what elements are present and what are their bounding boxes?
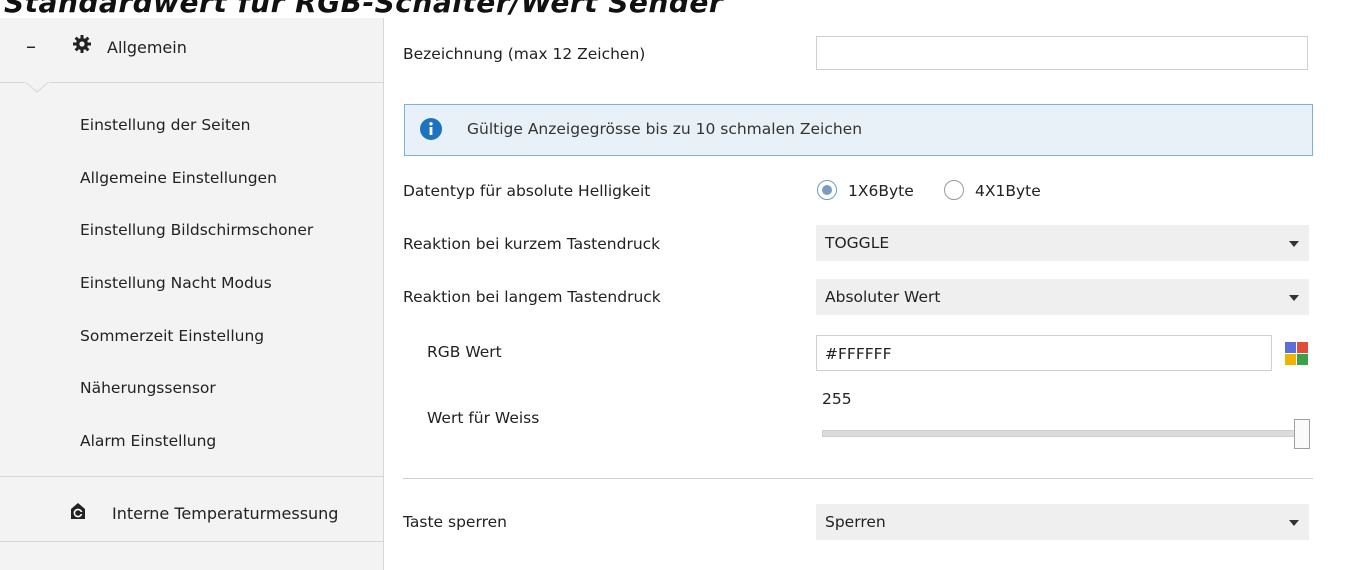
sidebar-divider [0,476,383,477]
name-label: Bezeichnung (max 12 Zeichen) [403,45,646,63]
lock-label: Taste sperren [403,513,507,531]
temperature-device-icon [71,503,85,519]
sidebar-item-naeherungssensor[interactable]: Näherungssensor [80,379,216,397]
radio-1x6byte[interactable] [817,180,837,200]
sidebar-section-allgemein[interactable]: – Allgemein [0,18,383,83]
sidebar: – Allgemein Einstellung der Seiten Allge… [0,18,384,570]
short-press-label: Reaktion bei kurzem Tastendruck [403,235,661,253]
white-slider-track[interactable] [822,430,1308,437]
chevron-down-icon [1289,241,1299,247]
lock-value: Sperren [825,513,886,531]
collapse-icon[interactable]: – [26,34,36,58]
long-press-value: Absoluter Wert [825,288,941,306]
gear-icon [73,35,91,53]
short-press-value: TOGGLE [825,234,890,252]
chevron-down-icon [1289,520,1299,526]
radio-4x1byte[interactable] [944,180,964,200]
color-palette-icon[interactable] [1285,342,1309,366]
long-press-select[interactable]: Absoluter Wert [816,279,1309,315]
chevron-down-icon [1289,295,1299,301]
info-icon [420,118,442,140]
lock-select[interactable]: Sperren [816,504,1309,540]
info-banner: Gültige Anzeigegrösse bis zu 10 schmalen… [404,104,1313,156]
radio-1x6byte-label: 1X6Byte [848,182,914,200]
rgb-input[interactable]: #FFFFFF [816,335,1272,371]
info-text: Gültige Anzeigegrösse bis zu 10 schmalen… [467,120,863,138]
white-label: Wert für Weiss [427,409,540,427]
top-title: Standardwert für RGB-Schalter/Wert Sende… [4,0,724,18]
short-press-select[interactable]: TOGGLE [816,225,1309,261]
rgb-label: RGB Wert [427,343,502,361]
sidebar-item-einstellung-der-seiten[interactable]: Einstellung der Seiten [80,116,250,134]
sidebar-item-allgemeine-einstellungen[interactable]: Allgemeine Einstellungen [80,169,277,187]
radio-4x1byte-label: 4X1Byte [975,182,1041,200]
section-pointer [24,81,50,93]
white-slider-value: 255 [822,390,852,408]
top-title-strip: Standardwert für RGB-Schalter/Wert Sende… [0,0,1357,18]
sidebar-item-sommerzeit[interactable]: Sommerzeit Einstellung [80,327,264,345]
sidebar-item-bildschirmschoner[interactable]: Einstellung Bildschirmschoner [80,221,313,239]
sidebar-item-alarm-einstellung[interactable]: Alarm Einstellung [80,432,216,450]
long-press-label: Reaktion bei langem Tastendruck [403,288,661,306]
rgb-value: #FFFFFF [825,345,892,363]
name-input[interactable] [816,36,1308,70]
sidebar-divider-bottom [0,541,383,542]
datatype-label: Datentyp für absolute Helligkeit [403,182,651,200]
sidebar-item-interne-temperaturmessung: Interne Temperaturmessung [112,504,339,523]
white-slider-thumb[interactable] [1294,419,1310,449]
sidebar-item-nacht-modus[interactable]: Einstellung Nacht Modus [80,274,272,292]
section-divider [403,478,1313,479]
sidebar-section-title: Allgemein [107,38,187,57]
